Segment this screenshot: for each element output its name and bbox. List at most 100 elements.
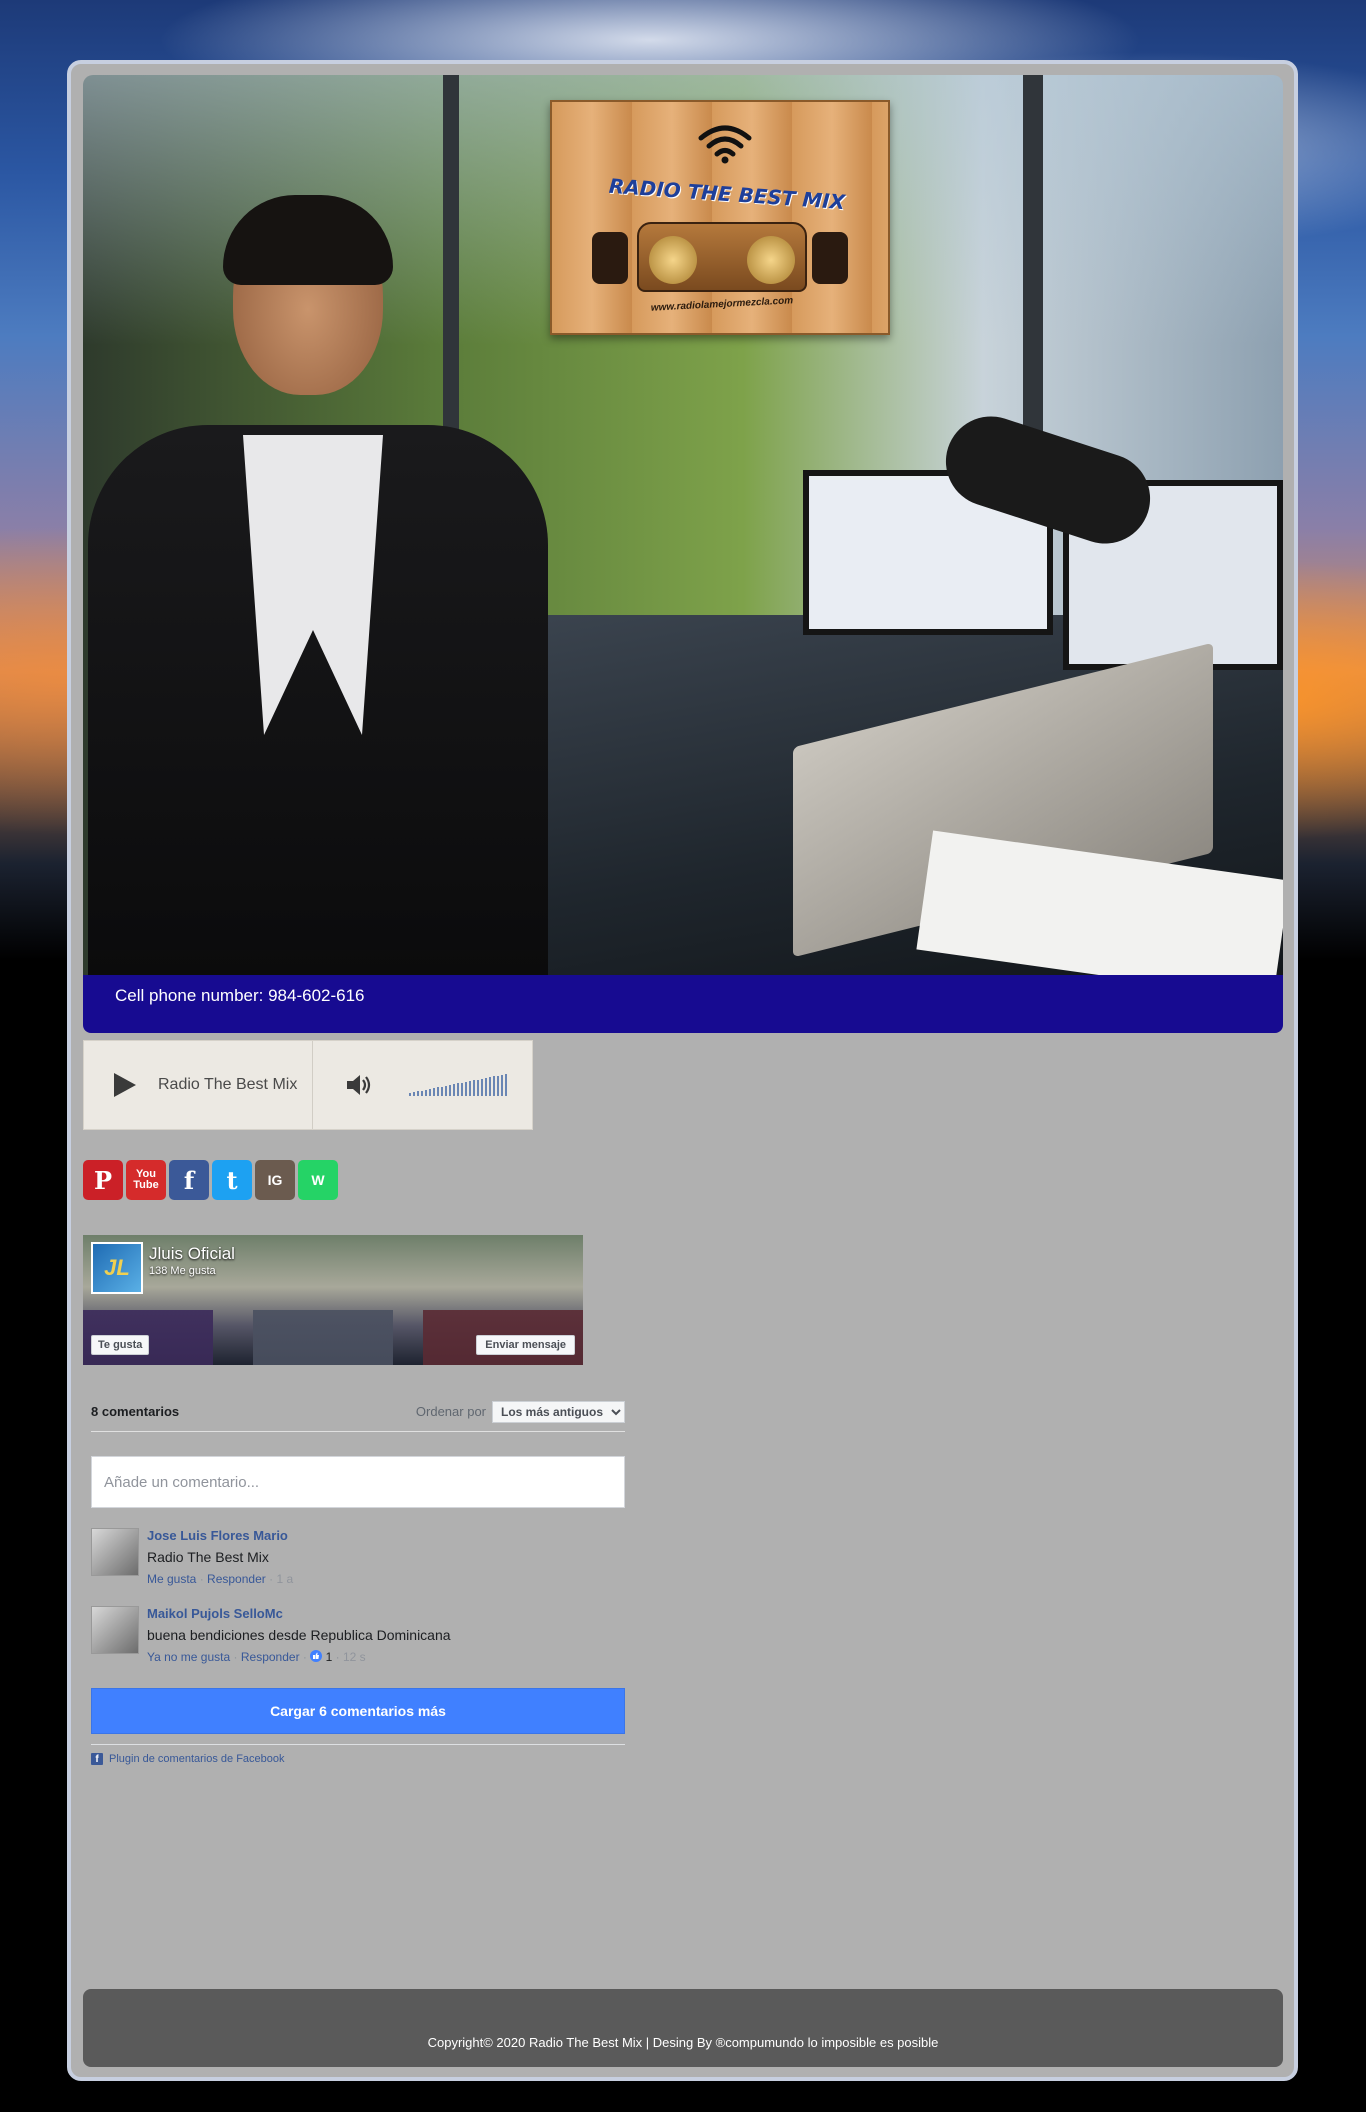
pinterest-icon[interactable]: P <box>83 1160 123 1200</box>
volume-bar[interactable] <box>433 1088 435 1096</box>
facebook-comments: 8 comentarios Ordenar por Los más antigu… <box>91 1400 625 1765</box>
order-label: Ordenar por <box>415 1404 486 1419</box>
comment-meta: Me gusta · Responder · 1 a <box>147 1572 293 1586</box>
avatar[interactable] <box>91 1528 139 1576</box>
page-like-button[interactable]: Te gusta <box>91 1335 150 1355</box>
volume-bar[interactable] <box>413 1092 415 1096</box>
reaction-count[interactable]: 1 <box>326 1650 333 1664</box>
volume-bar[interactable] <box>441 1087 443 1096</box>
volume-bar[interactable] <box>477 1080 479 1096</box>
volume-bar[interactable] <box>449 1085 451 1096</box>
like-reaction-icon <box>310 1650 323 1662</box>
volume-bar[interactable] <box>493 1076 495 1096</box>
social-links: P You Tube f t IG W <box>83 1160 338 1200</box>
page-likes: 138 Me gusta <box>149 1265 216 1277</box>
volume-bar[interactable] <box>465 1082 467 1096</box>
volume-bar[interactable] <box>417 1091 419 1096</box>
facebook-page-widget[interactable]: JL Jluis Oficial 138 Me gusta Te gusta E… <box>83 1235 583 1365</box>
facebook-label: f <box>183 1165 195 1195</box>
copyright-text: Copyright© 2020 Radio The Best Mix | Des… <box>427 2034 939 2050</box>
volume-bar[interactable] <box>501 1075 503 1096</box>
volume-bar[interactable] <box>489 1077 491 1096</box>
volume-bar[interactable] <box>457 1083 459 1096</box>
volume-icon[interactable] <box>345 1072 373 1098</box>
instagram-label: IG <box>267 1172 283 1188</box>
whatsapp-label: W <box>311 1172 325 1188</box>
page-logo-text: JL <box>93 1244 141 1292</box>
station-name: Radio The Best Mix <box>158 1076 298 1093</box>
speaker-icon <box>592 232 628 284</box>
volume-bar[interactable] <box>409 1093 411 1096</box>
comment-body: Maikol Pujols SelloMc buena bendiciones … <box>147 1606 451 1664</box>
volume-control[interactable] <box>313 1041 532 1129</box>
volume-bar[interactable] <box>461 1083 463 1096</box>
facebook-icon: f <box>91 1753 103 1765</box>
reply-link[interactable]: Responder <box>207 1572 266 1586</box>
footer: Copyright© 2020 Radio The Best Mix | Des… <box>83 1989 1283 2067</box>
separator: · <box>335 1650 343 1664</box>
plugin-label[interactable]: Plugin de comentarios de Facebook <box>109 1753 285 1765</box>
youtube-icon[interactable]: You Tube <box>126 1160 166 1200</box>
sign-title: RADIO THE BEST MIX <box>608 173 846 215</box>
speaker-icon <box>812 232 848 284</box>
radio-logo-sign: RADIO THE BEST MIX www.radiolamejormezcl… <box>550 100 890 335</box>
volume-slider[interactable] <box>409 1074 507 1096</box>
volume-bar[interactable] <box>445 1086 447 1096</box>
separator: · <box>199 1572 208 1586</box>
avatar[interactable] <box>91 1606 139 1654</box>
comment-author[interactable]: Maikol Pujols SelloMc <box>147 1606 451 1621</box>
comment-count: 8 comentarios <box>91 1404 180 1419</box>
comment-text: Radio The Best Mix <box>147 1549 269 1565</box>
page-logo[interactable]: JL <box>91 1242 143 1294</box>
comment-time[interactable]: 1 a <box>276 1572 293 1586</box>
volume-bar[interactable] <box>425 1090 427 1096</box>
comments-header: 8 comentarios Ordenar por Los más antigu… <box>91 1400 625 1432</box>
comment-input[interactable]: Añade un comentario... <box>91 1456 625 1508</box>
comment-time[interactable]: 12 s <box>343 1650 366 1664</box>
comment-item: Jose Luis Flores Mario Radio The Best Mi… <box>91 1528 625 1586</box>
whatsapp-icon[interactable]: W <box>298 1160 338 1200</box>
comment-body: Jose Luis Flores Mario Radio The Best Mi… <box>147 1528 293 1586</box>
reply-link[interactable]: Responder <box>241 1650 300 1664</box>
volume-bar[interactable] <box>437 1087 439 1096</box>
load-more-comments-button[interactable]: Cargar 6 comentarios más <box>91 1688 625 1734</box>
volume-bar[interactable] <box>469 1081 471 1096</box>
unlike-link[interactable]: Ya no me gusta <box>147 1650 230 1664</box>
phone-number: Cell phone number: 984-602-616 <box>115 986 365 1005</box>
radio-player: Radio The Best Mix <box>83 1040 533 1130</box>
volume-bar[interactable] <box>481 1079 483 1096</box>
volume-bar[interactable] <box>505 1074 507 1096</box>
youtube-label: You Tube <box>133 1168 159 1191</box>
plugin-attribution[interactable]: f Plugin de comentarios de Facebook <box>91 1744 625 1765</box>
pinterest-label: P <box>93 1165 113 1195</box>
volume-bar[interactable] <box>473 1080 475 1096</box>
comment-author[interactable]: Jose Luis Flores Mario <box>147 1528 293 1543</box>
separator: · <box>302 1650 311 1664</box>
facebook-icon[interactable]: f <box>169 1160 209 1200</box>
volume-bar[interactable] <box>497 1076 499 1096</box>
sign-url: www.radiolamejormezcla.com <box>650 295 794 314</box>
separator: · <box>233 1650 241 1664</box>
volume-bar[interactable] <box>453 1084 455 1096</box>
volume-bar[interactable] <box>421 1091 423 1096</box>
page-name[interactable]: Jluis Oficial <box>149 1244 235 1264</box>
volume-bar[interactable] <box>485 1078 487 1096</box>
wifi-icon <box>698 125 752 164</box>
play-icon[interactable] <box>114 1073 136 1097</box>
order-select[interactable]: Los más antiguos <box>492 1400 625 1423</box>
twitter-icon[interactable]: t <box>212 1160 252 1200</box>
comment-text: buena bendiciones desde Republica Domini… <box>147 1627 451 1643</box>
vintage-radio-icon <box>637 222 807 292</box>
host-hair <box>223 195 393 285</box>
send-message-button[interactable]: Enviar mensaje <box>476 1335 575 1355</box>
play-control[interactable]: Radio The Best Mix <box>84 1041 313 1129</box>
order-control: Ordenar por Los más antiguos <box>415 1400 625 1423</box>
phone-bar: Cell phone number: 984-602-616 <box>83 975 1283 1033</box>
twitter-label: t <box>226 1165 238 1195</box>
comment-item: Maikol Pujols SelloMc buena bendiciones … <box>91 1606 625 1664</box>
comment-meta: Ya no me gusta · Responder · 1 · 12 s <box>147 1650 451 1664</box>
like-link[interactable]: Me gusta <box>147 1572 196 1586</box>
host-portrait <box>83 135 548 975</box>
instagram-icon[interactable]: IG <box>255 1160 295 1200</box>
volume-bar[interactable] <box>429 1089 431 1096</box>
